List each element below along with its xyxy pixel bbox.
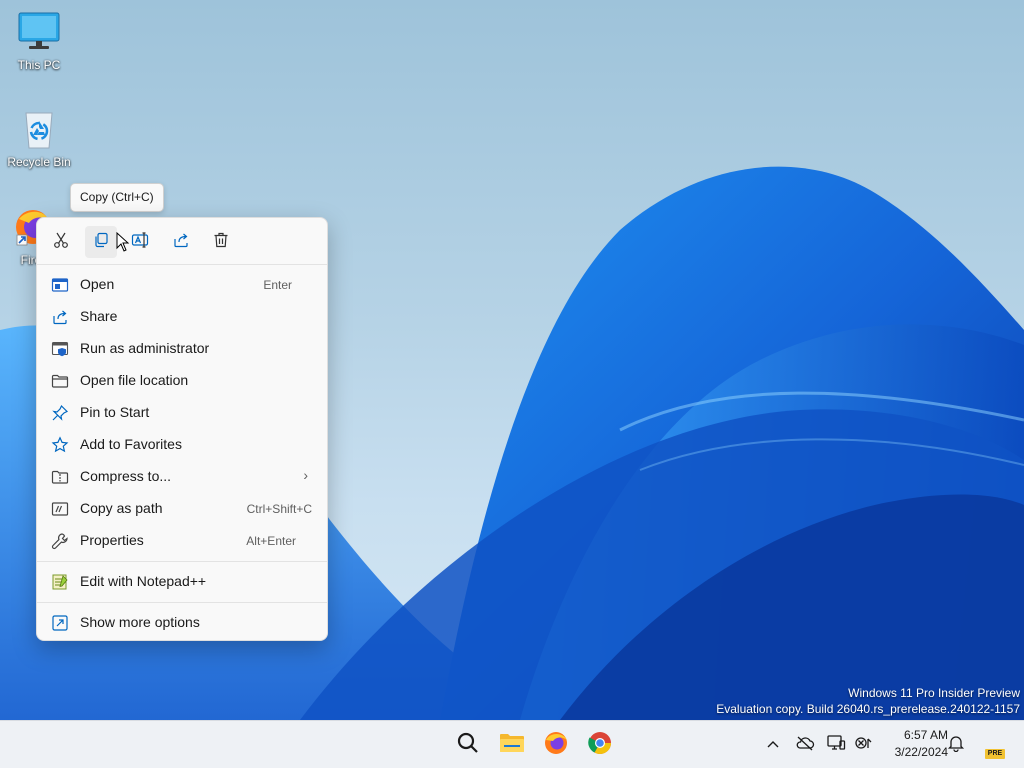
folder-icon (51, 372, 69, 390)
menu-separator (37, 561, 327, 562)
menu-item-label: Edit with Notepad++ (80, 573, 207, 589)
chrome-icon (587, 730, 613, 761)
taskbar-search-button[interactable] (448, 725, 488, 765)
taskbar-clock[interactable]: 6:57 AM 3/22/2024 (878, 727, 948, 761)
bell-icon (947, 734, 965, 757)
mouse-cursor-icon (116, 232, 130, 252)
trash-icon (212, 231, 230, 254)
firefox-icon (543, 730, 569, 761)
menu-item-label: Share (80, 308, 118, 324)
expand-icon (51, 614, 69, 632)
copy-tooltip: Copy (Ctrl+C) (70, 183, 164, 212)
star-icon (51, 436, 69, 454)
menu-item-label: Properties (80, 532, 144, 548)
cloud-offline-icon (795, 735, 815, 756)
recycle-bin-icon (17, 107, 61, 151)
zip-folder-icon (51, 468, 69, 486)
delete-button[interactable] (205, 226, 237, 258)
notifications-button[interactable] (942, 729, 970, 761)
network-icon (853, 734, 873, 757)
tray-overflow-button[interactable] (759, 729, 787, 761)
menu-item-shortcut: Alt+Enter (246, 534, 296, 548)
taskbar-chrome-button[interactable] (580, 725, 620, 765)
open-window-icon (51, 276, 69, 294)
menu-item-open-file-location[interactable]: Open file location (42, 365, 322, 397)
menu-item-share[interactable]: Share (42, 301, 322, 333)
display-icon (826, 734, 846, 757)
share-icon (172, 231, 190, 254)
chevron-up-icon (766, 736, 780, 754)
taskbar-firefox-button[interactable] (536, 725, 576, 765)
menu-item-shortcut: Ctrl+Shift+C (246, 502, 312, 516)
search-icon (456, 731, 480, 760)
copy-icon (92, 231, 110, 254)
taskbar: 6:57 AM 3/22/2024 PRE (0, 720, 1024, 768)
insider-pre-badge: PRE (985, 749, 1005, 759)
menu-item-add-to-favorites[interactable]: Add to Favorites (42, 429, 322, 461)
menu-item-compress-to[interactable]: Compress to... › (42, 461, 322, 493)
desktop-icon-label: This PC (17, 58, 61, 72)
desktop-icon-this-pc[interactable]: This PC (3, 10, 75, 72)
menu-separator (37, 602, 327, 603)
watermark-line-2: Evaluation copy. Build 26040.rs_prerelea… (716, 702, 1020, 716)
copy-button[interactable] (85, 226, 117, 258)
menu-item-label: Open (80, 276, 115, 292)
monitor-icon (17, 10, 61, 54)
rename-icon (131, 231, 151, 254)
menu-item-label: Add to Favorites (80, 436, 182, 452)
context-menu-toolbar (37, 218, 327, 265)
file-explorer-icon (499, 731, 525, 760)
menu-item-edit-with-notepadpp[interactable]: Edit with Notepad++ (42, 566, 322, 598)
share-icon (51, 308, 69, 326)
cut-button[interactable] (45, 226, 77, 258)
taskbar-file-explorer-button[interactable] (492, 725, 532, 765)
wrench-icon (51, 532, 69, 550)
share-button[interactable] (165, 226, 197, 258)
watermark-line-1: Windows 11 Pro Insider Preview (848, 686, 1020, 700)
evaluation-watermark: Windows 11 Pro Insider Preview Evaluatio… (716, 685, 1020, 717)
menu-item-label: Open file location (80, 372, 189, 388)
tray-display-button[interactable] (822, 729, 850, 761)
scissors-icon (52, 231, 70, 254)
clock-date: 3/22/2024 (894, 745, 948, 759)
desktop-icon-label: Recycle Bin (7, 155, 71, 169)
menu-item-properties[interactable]: Properties Alt+Enter (42, 525, 322, 557)
notepadpp-icon (51, 573, 69, 591)
clock-time: 6:57 AM (903, 728, 948, 742)
menu-item-label: Copy as path (80, 500, 163, 516)
pin-icon (51, 404, 69, 422)
desktop-icon-recycle-bin[interactable]: Recycle Bin (3, 107, 75, 169)
menu-item-label: Pin to Start (80, 404, 150, 420)
admin-shield-icon (51, 340, 69, 358)
submenu-chevron-icon: › (303, 467, 308, 483)
tray-onedrive-button[interactable] (791, 729, 819, 761)
menu-item-label: Show more options (80, 614, 200, 630)
menu-item-label: Compress to... (80, 468, 172, 484)
menu-item-open[interactable]: Open Enter (42, 269, 322, 301)
menu-item-run-as-administrator[interactable]: Run as administrator (42, 333, 322, 365)
menu-item-copy-as-path[interactable]: Copy as path Ctrl+Shift+C (42, 493, 322, 525)
context-menu: Open Enter Share Run as administrator Op… (36, 217, 328, 641)
menu-item-show-more-options[interactable]: Show more options (42, 607, 322, 639)
copy-path-icon (51, 500, 69, 518)
menu-item-label: Run as administrator (80, 340, 210, 356)
tray-network-button[interactable] (849, 729, 877, 761)
menu-item-pin-to-start[interactable]: Pin to Start (42, 397, 322, 429)
menu-item-shortcut: Enter (263, 278, 292, 292)
